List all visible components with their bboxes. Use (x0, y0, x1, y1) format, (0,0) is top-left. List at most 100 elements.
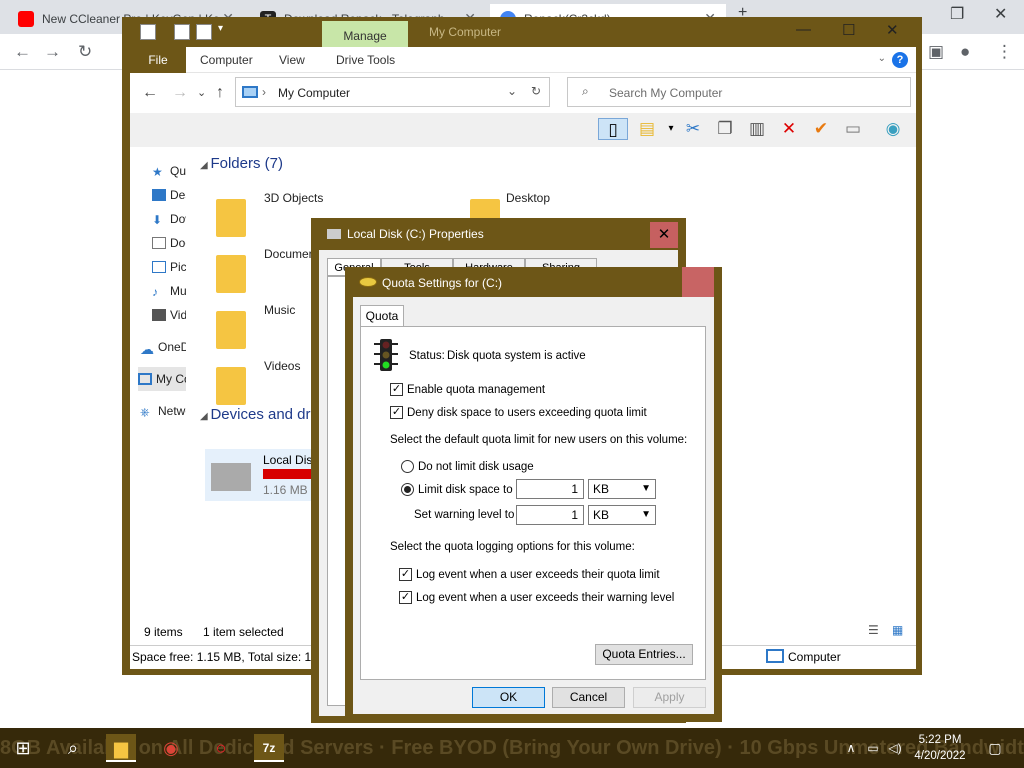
delete-icon[interactable]: ✕ (778, 118, 800, 140)
chrome-icon[interactable]: ◉ (156, 734, 186, 762)
log-quota-checkbox[interactable]: ✓ Log event when a user exceeds their quo… (399, 568, 660, 581)
forward-icon[interactable]: → (172, 84, 188, 102)
computer-icon (242, 86, 258, 98)
nav-label: Music (170, 284, 186, 298)
ribbon-expand-icon[interactable]: ⌄ (878, 53, 886, 64)
close-window-icon[interactable]: ✕ (994, 4, 1007, 24)
rename-icon[interactable]: ▭ (842, 118, 864, 140)
log-warning-checkbox[interactable]: ✓ Log event when a user exceeds their war… (399, 591, 674, 604)
radio-selected[interactable] (401, 483, 414, 496)
7zip-icon[interactable]: 7z (254, 734, 284, 762)
dropdown-icon[interactable]: ▾ (660, 118, 682, 140)
cut-icon[interactable]: ✂ (682, 118, 704, 140)
checkmark-icon[interactable]: ✔ (810, 118, 832, 140)
search-icon[interactable]: ⌕ (58, 734, 88, 762)
new-folder-icon[interactable] (196, 24, 212, 40)
forward-icon[interactable]: → (44, 42, 61, 62)
music-icon: ♪ (152, 285, 158, 299)
up-icon[interactable]: ↑ (216, 84, 224, 102)
help-icon[interactable]: ? (892, 52, 908, 68)
checkbox-checked[interactable]: ✓ (390, 406, 403, 419)
nav-item-desktop[interactable]: Desktop (152, 183, 186, 207)
file-tab[interactable]: File (130, 47, 186, 73)
radio-dot (404, 486, 411, 493)
nav-label: Documents (170, 236, 186, 250)
qat-dropdown-icon[interactable]: ▾ (218, 23, 223, 34)
drive-icon (327, 229, 341, 239)
tiles-view-icon[interactable]: ▦ (892, 623, 903, 637)
search-box[interactable]: ⌕ Search My Computer (567, 77, 911, 107)
back-icon[interactable]: ← (142, 84, 158, 102)
checkbox-checked[interactable]: ✓ (399, 568, 412, 581)
nav-item-network[interactable]: ⎈ Network (140, 399, 186, 423)
nav-item-documents[interactable]: Documents (152, 231, 186, 255)
quota-body: Quota Status: Disk quota system is activ… (353, 297, 714, 714)
warning-unit-select[interactable]: KB ▼ (588, 505, 656, 525)
details-view-icon[interactable]: ☰ (868, 623, 879, 637)
shell-icon[interactable]: ◉ (882, 118, 904, 140)
warning-value-input[interactable]: 1 (516, 505, 584, 525)
nav-label: Downloads (170, 212, 186, 226)
copy-icon[interactable]: ❐ (714, 118, 736, 140)
address-box[interactable]: › My Computer ⌄ ↻ (235, 77, 550, 107)
system-clock[interactable]: 5:22 PM 4/20/2022 (912, 732, 968, 764)
radio-unselected[interactable] (401, 460, 414, 473)
close-icon[interactable]: ✕ (886, 21, 899, 39)
quota-dialog: Quota Settings for (C:) Quota Status: Di… (345, 267, 722, 722)
nav-label: Network (158, 404, 186, 418)
file-explorer-icon[interactable]: ▆ (106, 734, 136, 762)
maximize-icon[interactable]: ☐ (842, 21, 855, 39)
volume-icon[interactable]: ◁) (880, 734, 910, 762)
limit-value-input[interactable]: 1 (516, 479, 584, 499)
no-limit-radio[interactable]: Do not limit disk usage (401, 460, 534, 473)
nav-item-videos[interactable]: Videos (152, 303, 186, 327)
nav-item-pictures[interactable]: Pictures (152, 255, 186, 279)
recent-icon[interactable]: ⌄ (197, 86, 206, 99)
nav-item-downloads[interactable]: ⬇ Downloads (152, 207, 186, 231)
restore-window-icon[interactable]: ❐ (950, 4, 964, 24)
ok-button[interactable]: OK (472, 687, 545, 708)
checkbox-checked[interactable]: ✓ (399, 591, 412, 604)
computer-icon[interactable] (140, 24, 156, 40)
windows-start-icon[interactable]: ⊞ (8, 734, 38, 762)
chevron-down-icon: ◢ (200, 411, 211, 422)
properties-icon[interactable] (174, 24, 190, 40)
drive-local-disk[interactable]: Local Disk (C:) 1.16 MB free (205, 449, 342, 501)
profile-icon[interactable]: ● (960, 42, 970, 62)
nav-item-music[interactable]: ♪ Music (152, 279, 186, 303)
apply-button[interactable]: Apply (633, 687, 706, 708)
quota-entries-button[interactable]: Quota Entries... (595, 644, 693, 665)
close-button[interactable]: ✕ (650, 222, 678, 248)
checkbox-label: Log event when a user exceeds their quot… (416, 568, 660, 581)
checkbox-checked[interactable]: ✓ (390, 383, 403, 396)
tab-quota[interactable]: Quota (360, 305, 404, 327)
sidebar-icon[interactable]: ▣ (928, 42, 944, 62)
folder-name: Videos (264, 359, 301, 373)
view-tab[interactable]: View (279, 53, 305, 67)
notification-icon[interactable]: ▢ (980, 734, 1010, 762)
limit-unit-select[interactable]: KB ▼ (588, 479, 656, 499)
opera-icon[interactable]: ○ (206, 734, 236, 762)
limit-disk-radio[interactable]: Limit disk space to (401, 483, 513, 496)
back-icon[interactable]: ← (14, 42, 31, 62)
nav-item-quick-access[interactable]: ★ Quick access (152, 159, 186, 183)
new-folder-icon[interactable]: ▤ (636, 118, 658, 140)
folders-header[interactable]: ◢ Folders (7) (200, 155, 283, 172)
manage-tab[interactable]: Manage (322, 21, 408, 47)
nav-item-my-computer[interactable]: My Computer (138, 367, 186, 391)
menu-icon[interactable]: ⋮ (996, 42, 1013, 62)
deny-space-checkbox[interactable]: ✓ Deny disk space to users exceeding quot… (390, 406, 647, 419)
paste-icon[interactable]: ▥ (746, 118, 768, 140)
reload-icon[interactable]: ↻ (78, 42, 92, 62)
refresh-icon[interactable]: ↻ (531, 84, 541, 98)
drive-tools-tab[interactable]: Drive Tools (336, 53, 395, 67)
chevron-down-icon[interactable]: ⌄ (507, 84, 517, 98)
computer-tab[interactable]: Computer (200, 53, 253, 67)
minimize-icon[interactable]: — (796, 21, 811, 38)
close-button[interactable] (682, 267, 714, 297)
nav-item-onedrive[interactable]: ☁ OneDrive (140, 335, 186, 359)
clock-time: 5:22 PM (918, 734, 962, 746)
cancel-button[interactable]: Cancel (552, 687, 625, 708)
preview-pane-icon[interactable]: ▯ (598, 118, 628, 140)
enable-quota-checkbox[interactable]: ✓ Enable quota management (390, 383, 545, 396)
